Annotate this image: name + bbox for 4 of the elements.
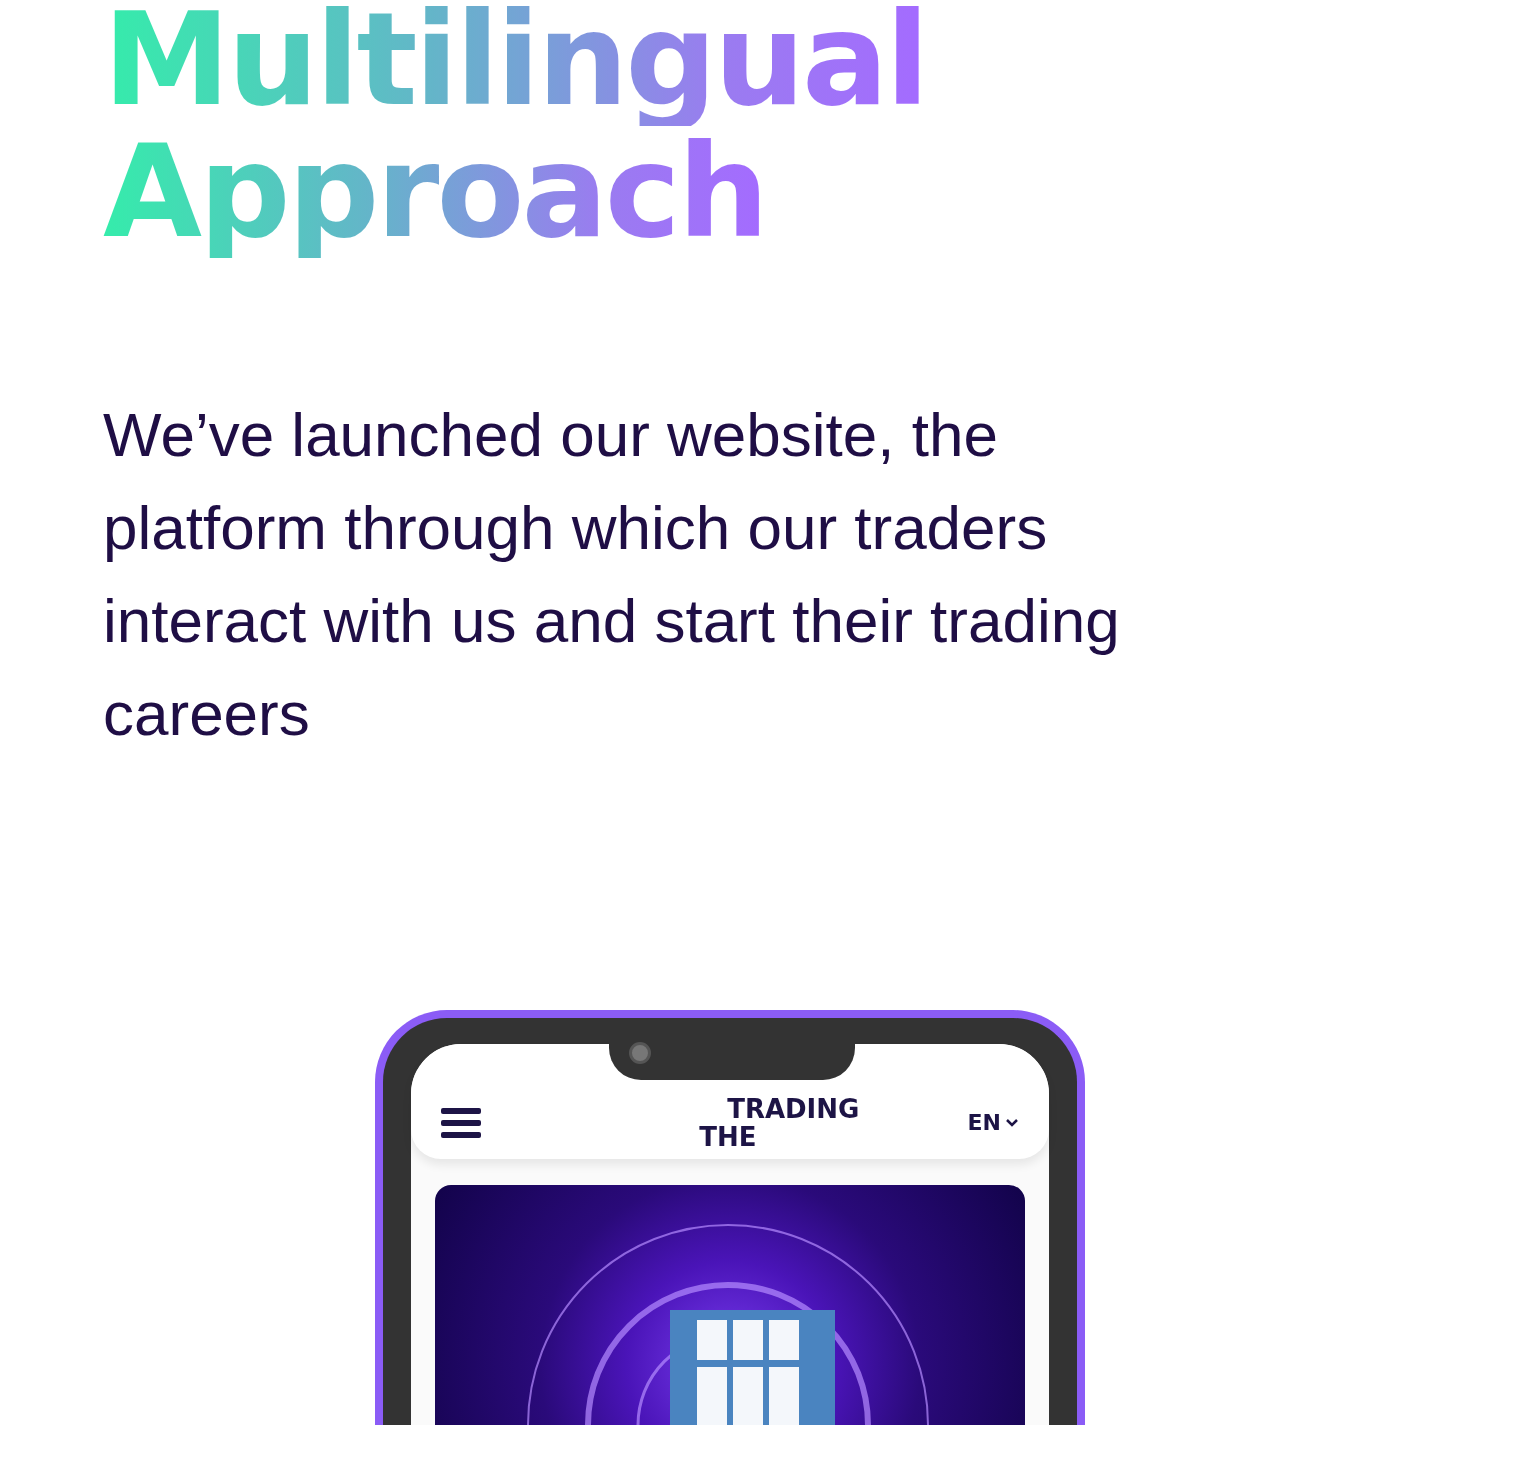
intro-paragraph: We’ve launched our website, the platform through which our traders interact with us and start their trading careers <box>103 399 1121 750</box>
logo-text: TRADING <box>726 1094 860 1123</box>
logo-text: THE <box>699 1122 758 1151</box>
language-selector[interactable]: EN <box>967 1110 1019 1135</box>
